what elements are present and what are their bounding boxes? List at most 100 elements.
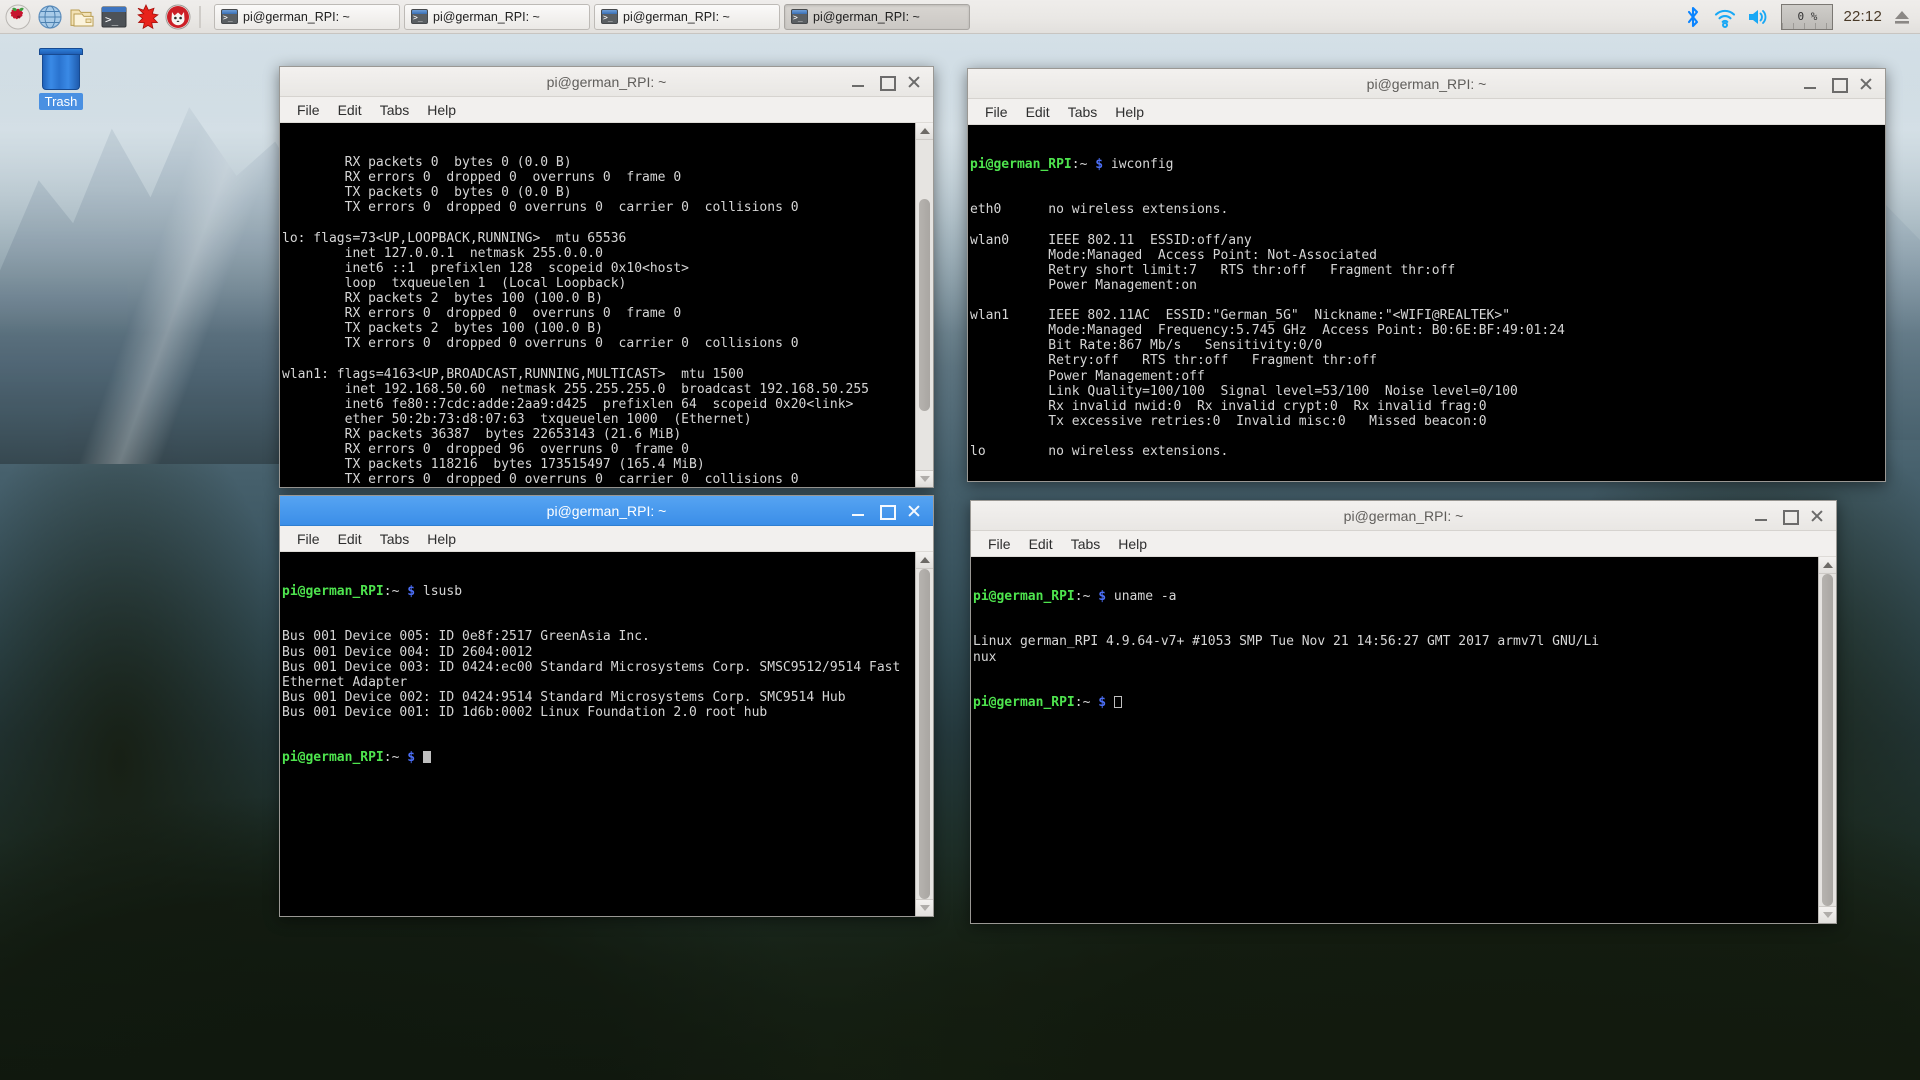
menu-file[interactable]: File: [288, 100, 329, 120]
terminal-output[interactable]: RX packets 0 bytes 0 (0.0 B) RX errors 0…: [280, 123, 915, 487]
menu-tabs[interactable]: Tabs: [371, 529, 419, 549]
terminal-line: inet6 fe80::7cdc:adde:2aa9:d425 prefixle…: [282, 397, 915, 412]
terminal-output[interactable]: pi@german_RPI:~ $ iwconfig eth0 no wirel…: [968, 125, 1885, 481]
close-button[interactable]: [1859, 77, 1873, 91]
prompt-sigil: $: [1095, 157, 1103, 172]
terminal-line: [282, 351, 915, 366]
terminal-output[interactable]: pi@german_RPI:~ $ lsusb Bus 001 Device 0…: [280, 552, 915, 916]
menu-edit[interactable]: Edit: [329, 529, 371, 549]
scrollbar-thumb[interactable]: [919, 199, 930, 410]
scrollbar-track[interactable]: [1819, 574, 1836, 906]
menu-edit[interactable]: Edit: [329, 100, 371, 120]
raspberry-menu-icon[interactable]: [4, 3, 32, 31]
window-title: pi@german_RPI: ~: [968, 76, 1885, 92]
menu-help[interactable]: Help: [1109, 534, 1156, 554]
menu-file[interactable]: File: [976, 102, 1017, 122]
terminal-window-lsusb[interactable]: pi@german_RPI: ~ File Edit Tabs Help pi@…: [279, 495, 934, 917]
minimize-button[interactable]: [1803, 77, 1817, 91]
maximize-button[interactable]: [879, 504, 893, 518]
scrollbar-track[interactable]: [916, 140, 933, 470]
prompt-command: lsusb: [415, 584, 462, 599]
close-button[interactable]: [907, 75, 921, 89]
terminal-line: [970, 293, 1885, 308]
window-controls: [1803, 77, 1881, 91]
prompt-path: :~: [1072, 157, 1088, 172]
menu-help[interactable]: Help: [418, 100, 465, 120]
chevron-up-icon: [1823, 562, 1833, 568]
menu-bar: File Edit Tabs Help: [971, 531, 1836, 557]
terminal-glyph: >_: [101, 6, 127, 28]
bluetooth-icon[interactable]: [1683, 5, 1703, 29]
terminal-scrollbar[interactable]: [1818, 557, 1836, 923]
scroll-up-button[interactable]: [1819, 557, 1836, 574]
terminal-lines: eth0 no wireless extensions. wlan0 IEEE …: [970, 202, 1885, 459]
menu-help[interactable]: Help: [418, 529, 465, 549]
taskbar-window-button-1[interactable]: pi@german_RPI: ~: [214, 4, 400, 30]
mathematica-icon[interactable]: [132, 3, 160, 31]
terminal-line: [282, 216, 915, 231]
terminal-output[interactable]: pi@german_RPI:~ $ uname -a Linux german_…: [971, 557, 1818, 923]
menu-tabs[interactable]: Tabs: [1062, 534, 1110, 554]
menu-bar: File Edit Tabs Help: [968, 99, 1885, 125]
taskbar-window-button-4[interactable]: pi@german_RPI: ~: [784, 4, 970, 30]
taskbar-window-button-3[interactable]: pi@german_RPI: ~: [594, 4, 780, 30]
maximize-button[interactable]: [1782, 509, 1796, 523]
menu-help[interactable]: Help: [1106, 102, 1153, 122]
terminal-scrollbar[interactable]: [915, 552, 933, 916]
scrollbar-track[interactable]: [916, 569, 933, 899]
volume-icon[interactable]: [1747, 6, 1771, 28]
taskbar-window-button-2[interactable]: pi@german_RPI: ~: [404, 4, 590, 30]
menu-file[interactable]: File: [979, 534, 1020, 554]
scroll-down-button[interactable]: [1819, 906, 1836, 923]
terminal-line: Retry short limit:7 RTS thr:off Fragment…: [970, 263, 1885, 278]
close-button[interactable]: [1810, 509, 1824, 523]
scroll-up-button[interactable]: [916, 123, 933, 140]
scroll-down-button[interactable]: [916, 470, 933, 487]
file-manager-icon[interactable]: [68, 3, 96, 31]
terminal-lines: RX packets 0 bytes 0 (0.0 B) RX errors 0…: [282, 155, 915, 487]
menu-file[interactable]: File: [288, 529, 329, 549]
scrollbar-thumb[interactable]: [1822, 574, 1833, 906]
terminal-command-line: pi@german_RPI:~ $ uname -a: [973, 589, 1818, 604]
window-titlebar[interactable]: pi@german_RPI: ~: [971, 501, 1836, 531]
window-controls: [851, 504, 929, 518]
window-titlebar[interactable]: pi@german_RPI: ~: [280, 67, 933, 97]
terminal-cursor: [1114, 696, 1122, 708]
maximize-button[interactable]: [1831, 77, 1845, 91]
clock[interactable]: 22:12: [1843, 8, 1882, 25]
minimize-button[interactable]: [851, 75, 865, 89]
desktop-icon-trash[interactable]: Trash: [24, 48, 98, 110]
terminal-line: Rx invalid nwid:0 Rx invalid crypt:0 Rx …: [970, 399, 1885, 414]
eject-icon[interactable]: [1892, 7, 1912, 27]
scroll-up-button[interactable]: [916, 552, 933, 569]
terminal-icon[interactable]: >_: [100, 3, 128, 31]
window-titlebar[interactable]: pi@german_RPI: ~: [280, 496, 933, 526]
wifi-icon[interactable]: [1713, 6, 1737, 28]
terminal-window-ifconfig[interactable]: pi@german_RPI: ~ File Edit Tabs Help RX …: [279, 66, 934, 488]
terminal-scrollbar[interactable]: [915, 123, 933, 487]
close-button[interactable]: [907, 504, 921, 518]
terminal-line: wlan1: flags=4163<UP,BROADCAST,RUNNING,M…: [282, 367, 915, 382]
terminal-line: lo: flags=73<UP,LOOPBACK,RUNNING> mtu 65…: [282, 231, 915, 246]
terminal-line: RX packets 2 bytes 100 (100.0 B): [282, 291, 915, 306]
terminal-line: RX errors 0 dropped 0 overruns 0 frame 0: [282, 306, 915, 321]
terminal-window-uname[interactable]: pi@german_RPI: ~ File Edit Tabs Help pi@…: [970, 500, 1837, 924]
menu-edit[interactable]: Edit: [1020, 534, 1062, 554]
terminal-cursor: [423, 751, 431, 763]
menu-tabs[interactable]: Tabs: [371, 100, 419, 120]
menu-edit[interactable]: Edit: [1017, 102, 1059, 122]
terminal-window-iwconfig[interactable]: pi@german_RPI: ~ File Edit Tabs Help pi@…: [967, 68, 1886, 482]
web-browser-icon[interactable]: [36, 3, 64, 31]
maximize-button[interactable]: [879, 75, 893, 89]
prompt-user: pi@german_RPI: [973, 695, 1075, 710]
menu-tabs[interactable]: Tabs: [1059, 102, 1107, 122]
scroll-down-button[interactable]: [916, 899, 933, 916]
terminal-line: inet 192.168.50.60 netmask 255.255.255.0…: [282, 382, 915, 397]
scrollbar-thumb[interactable]: [919, 569, 930, 899]
wolfram-icon[interactable]: [164, 3, 192, 31]
terminal-area: RX packets 0 bytes 0 (0.0 B) RX errors 0…: [280, 123, 933, 487]
window-titlebar[interactable]: pi@german_RPI: ~: [968, 69, 1885, 99]
minimize-button[interactable]: [851, 504, 865, 518]
minimize-button[interactable]: [1754, 509, 1768, 523]
cpu-usage-monitor[interactable]: 0 %: [1781, 4, 1833, 30]
